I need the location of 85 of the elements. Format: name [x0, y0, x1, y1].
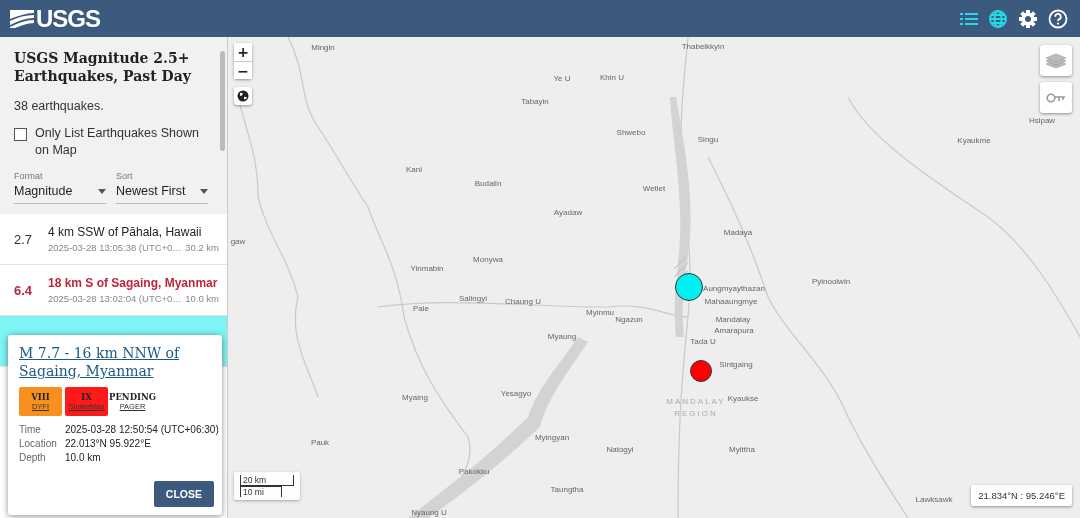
caret-icon: [200, 188, 208, 194]
place-label: Myaung: [547, 331, 577, 341]
key-icon: [1046, 92, 1066, 103]
settings-icon: [1018, 8, 1038, 29]
place-label: Kyaukme: [957, 135, 991, 145]
place-label: Myittha: [729, 444, 755, 454]
zoom-out-button[interactable]: −: [234, 61, 252, 79]
detail-value: 2025-03-28 12:50:54 (UTC+06:30): [65, 424, 219, 435]
detail-value: 22.013°N 95.922°E: [65, 438, 152, 449]
place-label: Myingyan: [534, 432, 570, 442]
place-label: Tabayin: [521, 96, 549, 106]
place-label: Yinmabin: [410, 263, 444, 273]
zoom-in-button[interactable]: +: [234, 43, 252, 61]
place-label: Hsipaw: [1028, 115, 1056, 125]
wave-logo-icon: [10, 9, 34, 28]
place-label: Thabeikkyin: [681, 41, 725, 51]
place-label: Tada U: [690, 336, 716, 346]
sort-label: Sort: [116, 171, 134, 181]
close-button[interactable]: CLOSE: [153, 481, 214, 507]
caret-icon: [98, 188, 106, 194]
globe-icon: [237, 90, 249, 102]
filter-checkbox[interactable]: [14, 128, 27, 141]
place-label: gaw: [230, 236, 246, 246]
filter-label[interactable]: Only List Earthquakes Shown on Map: [35, 125, 211, 159]
layers-icon: [1046, 52, 1066, 69]
place-label: Singu: [697, 134, 719, 144]
place-label: Ye U: [553, 73, 571, 83]
place-label: Pauk: [310, 437, 330, 447]
place-label: Sintgaing: [719, 359, 753, 369]
detail-label: Time: [19, 424, 42, 435]
place-label: Taungtha: [550, 484, 584, 494]
format-select[interactable]: Magnitude: [14, 181, 106, 204]
event-time: 2025-03-28 13:02:04 (UTC+0…: [48, 293, 182, 304]
globe-button[interactable]: [234, 87, 252, 105]
place-label: Nyaung U: [411, 507, 447, 517]
earthquake-title: 4 km SSW of Pāhala, Hawaii: [48, 225, 203, 239]
globe-icon: [988, 8, 1008, 29]
magnitude: 6.4: [14, 282, 34, 298]
detail-label: Location: [19, 438, 58, 449]
place-label: Budalin: [474, 178, 502, 188]
place-label: Shwebo: [616, 127, 646, 137]
place-label: Monywa: [473, 254, 503, 264]
place-label: Myinmu: [586, 307, 614, 317]
earthquake-count: 38 earthquakes.: [14, 99, 105, 113]
place-label: Ngazun: [615, 314, 643, 324]
scrollbar-thumb[interactable]: [220, 51, 225, 151]
place-label: Wetlet: [642, 183, 666, 193]
detail-label: Depth: [19, 452, 47, 463]
place-label: Khin U: [600, 72, 624, 82]
magnitude: 2.7: [14, 231, 34, 247]
event-depth: 30.2 km: [185, 242, 219, 253]
help-icon: [1048, 8, 1068, 29]
place-label: Kyaukse: [727, 393, 759, 403]
place-label: Mandalay: [715, 314, 751, 324]
place-label: Pale: [413, 303, 429, 313]
sort-select[interactable]: Newest First: [116, 181, 208, 204]
place-label: Lawksawk: [915, 494, 953, 504]
event-depth: 10.0 km: [185, 293, 219, 304]
place-label: Myaing: [402, 392, 428, 402]
place-label: Mingin: [311, 42, 335, 52]
place-label: Pakokku: [458, 466, 490, 476]
place-label: Salingyi: [459, 293, 487, 303]
place-label: Ayadaw: [553, 207, 583, 217]
place-label: Chaung U: [505, 296, 541, 306]
place-label: Kani: [406, 164, 422, 174]
logo-text[interactable]: USGS: [36, 4, 100, 33]
place-label: Amarapura: [714, 325, 754, 335]
list-icon: [960, 11, 978, 26]
list-title: USGS Magnitude 2.5+ Earthquakes, Past Day: [14, 49, 193, 85]
format-label: Format: [14, 171, 44, 181]
place-label: Madaya: [723, 227, 753, 237]
earthquake-marker[interactable]: [690, 360, 712, 382]
event-time: 2025-03-28 13:05:38 (UTC+0…: [48, 242, 182, 253]
place-label: Mahaaungmye: [704, 296, 758, 306]
earthquake-link[interactable]: M 7.7 - 16 km NNW of Sagaing, Myanmar: [19, 344, 214, 380]
place-label: Natogyi: [606, 444, 634, 454]
place-label: Aungmyaythazan: [703, 283, 765, 293]
coordinates-readout: 21.834°N : 95.246°E: [971, 485, 1072, 506]
place-label: Pyinoolwin: [811, 276, 851, 286]
scale-bar: 20 km 10 mi: [234, 472, 300, 500]
earthquake-marker[interactable]: [675, 273, 703, 301]
earthquake-title: 18 km S of Sagaing, Myanmar: [48, 276, 219, 290]
detail-value: 10.0 km: [65, 452, 102, 463]
legend-button[interactable]: [1040, 82, 1072, 113]
place-label: Yesagyo: [500, 388, 532, 398]
